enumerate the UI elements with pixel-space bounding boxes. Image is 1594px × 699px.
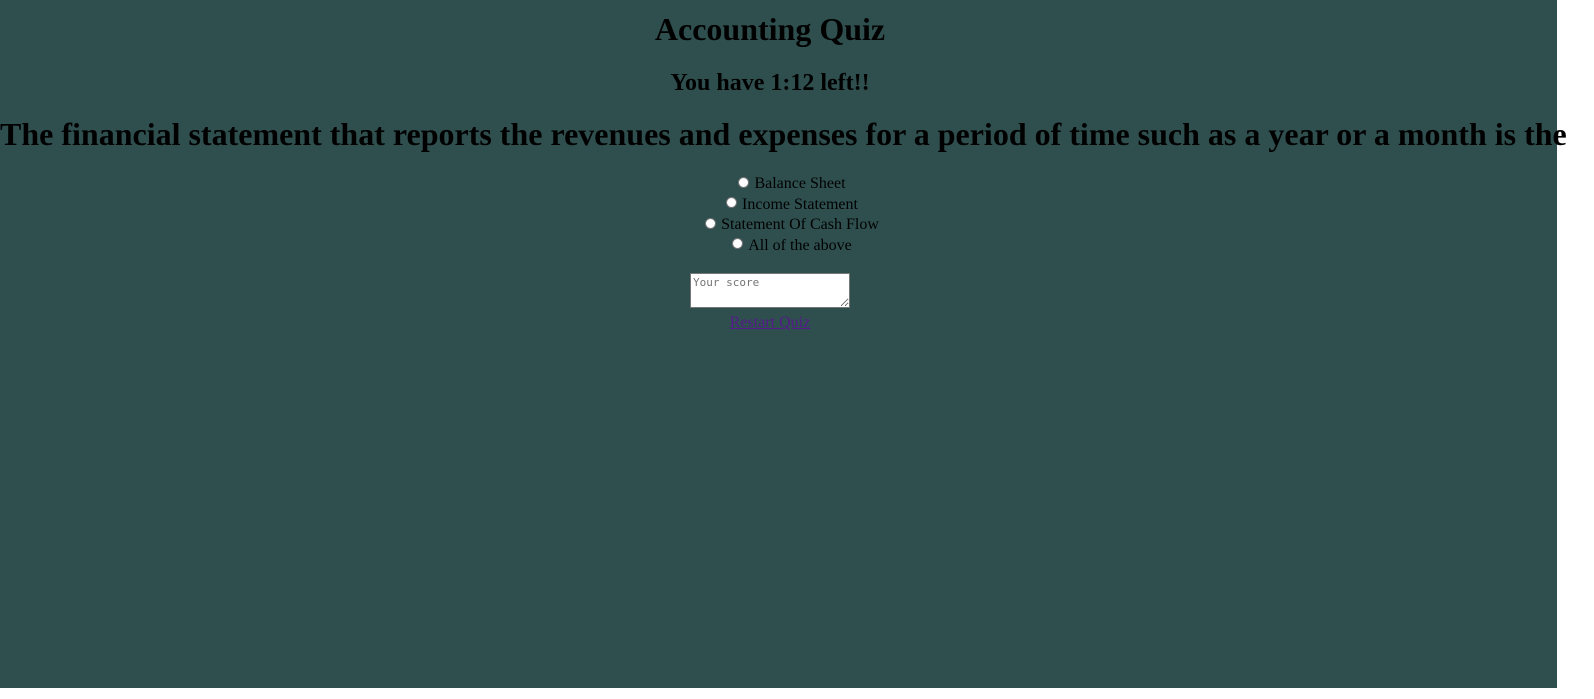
option-all-of-the-above[interactable]: All of the above — [0, 236, 1584, 257]
page-title: Accounting Quiz — [654, 11, 886, 47]
radio-all-of-the-above[interactable] — [732, 238, 744, 250]
timer-text: You have 1:12 left!! — [670, 70, 870, 96]
radio-balance-sheet[interactable] — [738, 176, 750, 188]
restart-quiz-link[interactable]: Restart Quiz — [730, 314, 810, 331]
radio-statement-of-cash-flow[interactable] — [705, 217, 717, 229]
option-income-statement[interactable]: Income Statement — [0, 195, 1584, 216]
quiz-page: Accounting Quiz You have 1:12 left!! The… — [0, 0, 1567, 688]
option-label[interactable]: Statement Of Cash Flow — [721, 215, 879, 236]
radio-income-statement[interactable] — [726, 197, 738, 209]
score-textarea[interactable] — [690, 273, 850, 308]
option-label[interactable]: Balance Sheet — [754, 174, 845, 195]
option-label[interactable]: All of the above — [748, 236, 852, 257]
option-balance-sheet[interactable]: Balance Sheet — [0, 174, 1584, 195]
restart-link-container: Restart Quiz — [0, 313, 1540, 332]
question-text: The financial statement that reports the… — [0, 116, 1567, 152]
answer-options: Balance Sheet Income Statement Statement… — [0, 174, 1584, 256]
option-statement-of-cash-flow[interactable]: Statement Of Cash Flow — [0, 215, 1584, 236]
option-label[interactable]: Income Statement — [742, 195, 858, 216]
